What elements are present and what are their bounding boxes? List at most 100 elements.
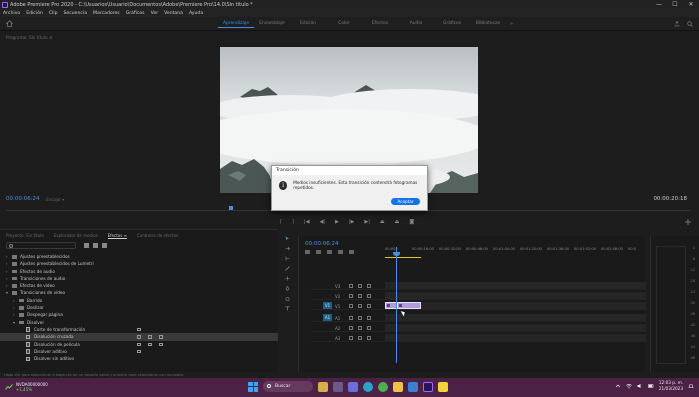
menu-clip[interactable]: Clip	[49, 11, 58, 16]
timeline-settings-icon[interactable]	[349, 250, 354, 254]
share-icon[interactable]	[674, 21, 680, 27]
sync-lock-icon[interactable]	[358, 303, 362, 308]
slip-tool-icon[interactable]	[285, 276, 290, 281]
go-to-out-icon[interactable]: ▶|	[364, 219, 370, 225]
program-monitor-label[interactable]: Programa: Sin título ≡	[6, 35, 52, 40]
effects-tree-item[interactable]: Disolución de película	[0, 341, 278, 348]
timeline-track-v1[interactable]: V1 V1	[311, 302, 646, 310]
track-select-tool-icon[interactable]	[285, 246, 290, 251]
effects-search-input[interactable]	[6, 242, 76, 249]
premiere-taskbar-icon[interactable]	[423, 381, 433, 392]
chevron-down-icon[interactable]: ▾	[13, 319, 15, 326]
chevron-right-icon[interactable]: ›	[6, 275, 8, 282]
extract-icon[interactable]: ⏏	[395, 219, 400, 225]
chevron-down-icon[interactable]: ▾	[6, 289, 8, 296]
track-lane[interactable]	[385, 324, 646, 331]
nest-icon[interactable]	[305, 250, 310, 254]
stock-widget[interactable]: NVDA00000000 +1,45%	[5, 382, 48, 392]
chrome-icon[interactable]	[378, 381, 388, 392]
tab-color[interactable]: Color	[326, 20, 362, 28]
lock-icon[interactable]	[349, 303, 353, 308]
sticky-notes-icon[interactable]	[438, 381, 448, 392]
battery-icon[interactable]	[648, 383, 654, 389]
menu-edicion[interactable]: Edición	[26, 11, 43, 16]
solo-icon[interactable]	[367, 315, 371, 320]
eye-icon[interactable]	[367, 293, 371, 298]
timeline-playhead[interactable]	[396, 247, 397, 363]
sync-lock-icon[interactable]	[358, 293, 362, 298]
solo-icon[interactable]	[367, 335, 371, 340]
step-forward-icon[interactable]: |▶	[349, 219, 355, 225]
source-patch[interactable]: A1	[323, 314, 332, 321]
effects-tree-item[interactable]: › Efectos de vídeo	[0, 282, 278, 289]
effects-tree-item[interactable]: Disolver aditivo	[0, 348, 278, 355]
tab-ensamblaje[interactable]: Ensamblaje	[254, 20, 290, 28]
lock-icon[interactable]	[349, 283, 353, 288]
effects-tree-item[interactable]: › Barrido	[0, 297, 278, 304]
effects-tree-item[interactable]: Corte de transformación	[0, 326, 278, 333]
menu-marcadores[interactable]: Marcadores	[93, 11, 120, 16]
button-editor-icon[interactable]	[685, 219, 691, 225]
taskbar-search[interactable]: Buscar	[263, 381, 313, 392]
yuv-effects-icon[interactable]	[102, 243, 107, 248]
chevron-right-icon[interactable]: ›	[13, 297, 15, 304]
chevron-right-icon[interactable]: ›	[6, 268, 8, 275]
effects-tree-item[interactable]: Disolución cruzada	[0, 333, 278, 341]
menu-ver[interactable]: Ver	[151, 11, 159, 16]
timeline-track-v3[interactable]: V3	[311, 282, 646, 290]
lock-icon[interactable]	[349, 335, 353, 340]
accelerated-effects-icon[interactable]	[84, 243, 89, 248]
timeline-track-a1[interactable]: A1 A1	[311, 314, 646, 322]
timeline-timecode[interactable]: 00:00:06:24	[305, 241, 339, 247]
razor-tool-icon[interactable]	[284, 266, 290, 271]
file-explorer-icon[interactable]	[393, 381, 403, 392]
sync-lock-icon[interactable]	[358, 283, 362, 288]
home-icon[interactable]	[6, 20, 13, 27]
effects-tree-item[interactable]: ▾ Transiciones de vídeo	[0, 289, 278, 296]
tab-explorador-medios[interactable]: Explorador de medios	[54, 233, 98, 239]
program-timecode[interactable]: 00:00:06:24	[6, 196, 40, 202]
chevron-right-icon[interactable]: ›	[13, 311, 15, 318]
chevron-right-icon[interactable]: ›	[13, 304, 15, 311]
snap-icon[interactable]	[316, 250, 321, 254]
chevron-right-icon[interactable]: ›	[6, 282, 8, 289]
menu-graficos[interactable]: Gráficos	[126, 11, 145, 16]
step-back-icon[interactable]: ◀|	[319, 219, 325, 225]
tab-graficos[interactable]: Gráficos	[434, 20, 470, 28]
menu-ventana[interactable]: Ventana	[164, 11, 183, 16]
track-lane[interactable]	[385, 292, 646, 299]
chevron-right-icon[interactable]: ›	[6, 260, 8, 267]
mute-icon[interactable]	[358, 315, 362, 320]
program-playhead[interactable]	[229, 206, 233, 210]
timeline-track-v2[interactable]: V2	[311, 292, 646, 300]
taskbar-clock[interactable]: 12:03 p. m. 21/03/2023	[659, 380, 683, 392]
timeline-ruler[interactable]: 00:00 00:00:16:00 00:00:32:00 00:00:48:00 00…	[385, 247, 645, 257]
notifications-icon[interactable]	[688, 383, 694, 389]
effects-tree-item[interactable]: › Despegar página	[0, 311, 278, 318]
task-view-icon[interactable]	[333, 381, 343, 392]
close-window-button[interactable]: ✕	[683, 0, 699, 9]
eye-icon[interactable]	[367, 283, 371, 288]
effects-tree-item[interactable]: › Transiciones de audio	[0, 275, 278, 282]
maximize-button[interactable]: ☐	[667, 0, 683, 9]
add-marker-icon[interactable]	[338, 250, 343, 254]
effects-tree-item[interactable]: › Ajustes preestablecidos	[0, 253, 278, 260]
tab-aprendizaje[interactable]: Aprendizaje	[218, 20, 254, 28]
store-icon[interactable]	[408, 381, 418, 392]
mark-out-icon[interactable]: ⌉	[292, 219, 294, 225]
lift-icon[interactable]: ⏏	[380, 219, 385, 225]
play-icon[interactable]: ▶	[335, 219, 339, 225]
pen-tool-icon[interactable]	[285, 286, 290, 291]
windows-start-icon[interactable]	[248, 381, 258, 392]
chevron-right-icon[interactable]: ›	[6, 253, 8, 260]
edge-icon[interactable]	[363, 381, 373, 392]
track-lane[interactable]	[385, 314, 646, 321]
32bit-effects-icon[interactable]	[93, 243, 98, 248]
linked-selection-icon[interactable]	[327, 250, 332, 254]
tab-proyecto[interactable]: Proyecto: Sin título	[6, 233, 44, 239]
track-lane[interactable]	[385, 302, 646, 309]
tab-controles-efectos[interactable]: Controles de efectos	[137, 233, 178, 239]
tab-efectos[interactable]: Efectos	[362, 20, 398, 28]
fit-dropdown[interactable]: Encajar ▾	[46, 197, 64, 202]
workspaces-overflow-button[interactable]: »	[510, 20, 513, 28]
